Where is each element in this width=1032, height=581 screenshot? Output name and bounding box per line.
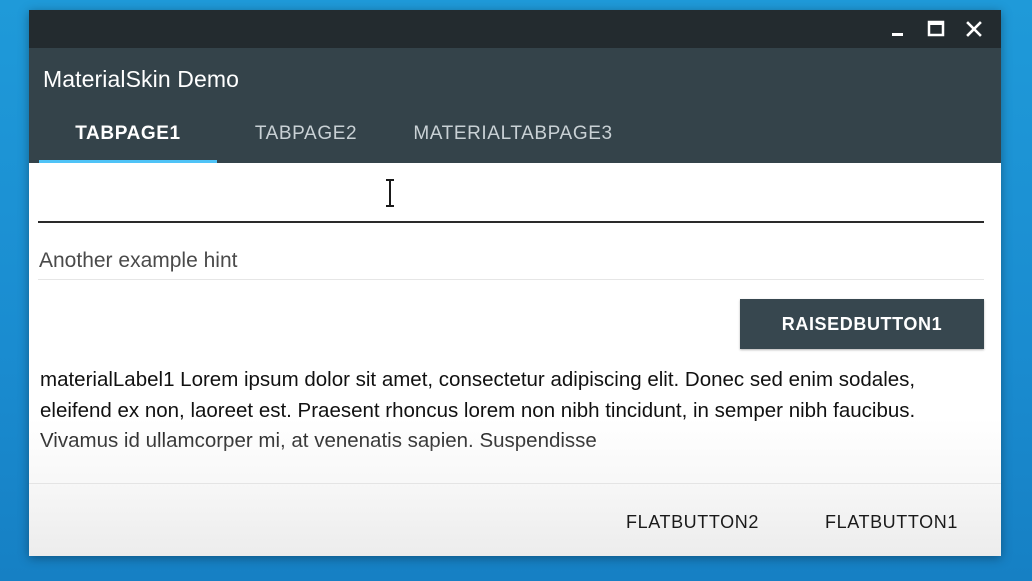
close-icon <box>966 21 982 37</box>
app-title: MaterialSkin Demo <box>43 66 239 92</box>
tab-tabpage1[interactable]: TABPAGE1 <box>39 105 217 163</box>
text-field-2-hint: Another example hint <box>39 249 238 272</box>
maximize-button[interactable] <box>917 10 955 48</box>
maximize-icon <box>927 20 945 37</box>
footer-bar: FLATBUTTON2 FLATBUTTON1 <box>29 483 1001 556</box>
text-field-1[interactable] <box>38 163 984 223</box>
flat-button-2[interactable]: FLATBUTTON2 <box>626 508 759 536</box>
window-controls <box>879 10 993 48</box>
tab-content: Another example hint RAISEDBUTTON1 mater… <box>29 163 1001 556</box>
tab-bar: TABPAGE1 TABPAGE2 MATERIALTABPAGE3 <box>39 105 631 163</box>
material-label-1: materialLabel1 Lorem ipsum dolor sit ame… <box>40 368 916 452</box>
text-cursor-icon <box>386 179 394 207</box>
app-window: MaterialSkin Demo TABPAGE1 TABPAGE2 MATE… <box>29 10 1001 556</box>
tab-tabpage2[interactable]: TABPAGE2 <box>217 105 395 163</box>
minimize-icon <box>892 33 903 36</box>
tab-materialtabpage3[interactable]: MATERIALTABPAGE3 <box>395 105 631 163</box>
close-button[interactable] <box>955 10 993 48</box>
flat-button-1[interactable]: FLATBUTTON1 <box>825 508 958 536</box>
text-field-2[interactable]: Another example hint <box>38 237 984 280</box>
raised-button-1[interactable]: RAISEDBUTTON1 <box>740 299 984 349</box>
window-titlebar[interactable] <box>29 10 1001 48</box>
minimize-button[interactable] <box>879 10 917 48</box>
app-header: MaterialSkin Demo TABPAGE1 TABPAGE2 MATE… <box>29 48 1001 163</box>
